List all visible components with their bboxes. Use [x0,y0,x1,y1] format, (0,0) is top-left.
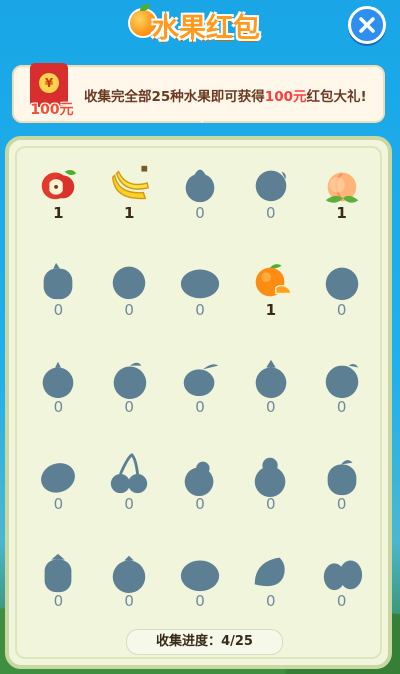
fruit-slot-mystery-13[interactable]: 0 [165,447,236,544]
mystery-2-icon [255,170,287,202]
mystery-8-icon [113,362,147,400]
fruit-slot-mystery-15[interactable]: 0 [306,447,377,544]
fruit-count: 0 [195,495,205,513]
progress-value: 4/25 [221,634,253,649]
mystery-9-icon [183,364,219,397]
mystery-4-icon [112,266,146,300]
fruit-slot-mystery-5[interactable]: 0 [165,253,236,350]
fruit-count: 0 [195,398,205,416]
fruit-count: 0 [336,301,347,319]
mystery-14-icon [254,457,286,497]
fruit-count: 1 [123,204,135,222]
peach-icon [325,172,358,203]
mystery-19-icon [254,557,285,587]
fruit-slot-mystery-2[interactable]: 0 [235,156,306,253]
fruit-count: 0 [195,301,205,319]
fruit-count: 0 [266,204,276,222]
fruit-count: 0 [266,398,276,416]
red-envelope-icon: ¥ 100元 [30,63,74,118]
title-text: 水果红包 [152,13,260,44]
fruit-count: 0 [53,592,64,610]
fruit-count: 0 [53,301,64,319]
mystery-11-icon [325,364,358,399]
fruit-count: 0 [124,592,134,610]
fruit-count: 0 [336,398,347,416]
orange-icon [255,264,292,297]
mystery-3-icon [44,262,73,300]
fruit-count: 0 [53,398,64,416]
fruit-slot-mystery-1[interactable]: 0 [165,156,236,253]
mystery-6-icon [325,267,358,301]
fruit-slot-mystery-14[interactable]: 0 [235,447,306,544]
progress-label: 收集进度： [156,634,222,649]
message-suffix: 红包大礼! [306,89,367,105]
collection-progress: 收集进度：4/25 [126,629,283,655]
fruit-slot-mystery-10[interactable]: 0 [235,350,306,447]
fruit-count: 0 [336,495,347,513]
mystery-20-icon [323,560,362,591]
fruit-count: 0 [266,592,276,610]
cherry-icon [111,453,148,494]
fruit-slot-mystery-3[interactable]: 0 [23,253,94,350]
message-highlight: 100元 [264,89,307,105]
mystery-7-icon [43,361,74,399]
fruit-count: 0 [124,495,134,513]
game-title: 水果红包 [128,4,278,46]
fruit-slot-mystery-11[interactable]: 0 [306,350,377,447]
fruit-slot-mystery-18[interactable]: 0 [165,544,236,641]
fruit-count: 1 [265,301,276,319]
mystery-16-icon [44,553,72,593]
fruit-slot-mystery-20[interactable]: 0 [306,544,377,641]
fruit-grid: 1 1 0 0 1 0 0 0 1 0 0 0 0 0 0 0 0 0 0 0 0 0 0 0 0 [23,156,377,641]
mystery-13-icon [184,461,214,497]
fruit-slot-apple[interactable]: 1 [23,156,94,253]
mystery-1-icon [185,169,215,203]
message-prefix: 收集完全部25种水果即可获得 [84,89,265,105]
envelope-seal: ¥ [39,73,59,93]
reward-message: 收集完全部25种水果即可获得100元红包大礼! [84,85,367,105]
fruit-slot-mystery-16[interactable]: 0 [23,544,94,641]
fruit-slot-mystery-17[interactable]: 0 [94,544,165,641]
fruit-count: 0 [195,204,205,222]
fruit-count: 0 [336,592,347,610]
mystery-17-icon [112,555,146,594]
mystery-10-icon [255,359,287,399]
fruit-slot-banana[interactable]: 1 [94,156,165,253]
fruit-slot-orange[interactable]: 1 [235,253,306,350]
fruit-count: 0 [266,495,276,513]
banana-icon [112,165,150,200]
fruit-slot-mystery-6[interactable]: 0 [306,253,377,350]
fruit-slot-mystery-12[interactable]: 0 [23,447,94,544]
fruit-count: 0 [124,398,134,416]
close-icon [359,17,375,33]
fruit-count: 0 [124,301,134,319]
apple-icon [42,170,77,200]
fruit-count: 1 [53,204,64,222]
fruit-count: 0 [195,592,205,610]
fruit-slot-mystery-7[interactable]: 0 [23,350,94,447]
fruit-slot-peach[interactable]: 1 [306,156,377,253]
close-button[interactable] [348,6,386,44]
fruit-slot-cherry[interactable]: 0 [94,447,165,544]
fruit-slot-mystery-9[interactable]: 0 [165,350,236,447]
fruit-slot-mystery-4[interactable]: 0 [94,253,165,350]
mystery-18-icon [180,560,220,592]
fruit-collection-panel: 1 1 0 0 1 0 0 0 1 0 0 0 0 0 0 0 0 0 0 0 0 0 0 0 0 收集进度：4/25 [5,136,392,669]
fruit-slot-mystery-19[interactable]: 0 [235,544,306,641]
reward-banner: ¥ 100元 收集完全部25种水果即可获得100元红包大礼! [12,63,385,123]
envelope-amount: 100元 [30,102,74,118]
mystery-5-icon [180,269,220,299]
mystery-15-icon [327,460,356,496]
mystery-12-icon [41,463,76,493]
fruit-count: 0 [53,495,64,513]
fruit-slot-mystery-8[interactable]: 0 [94,350,165,447]
fruit-count: 1 [336,204,347,222]
